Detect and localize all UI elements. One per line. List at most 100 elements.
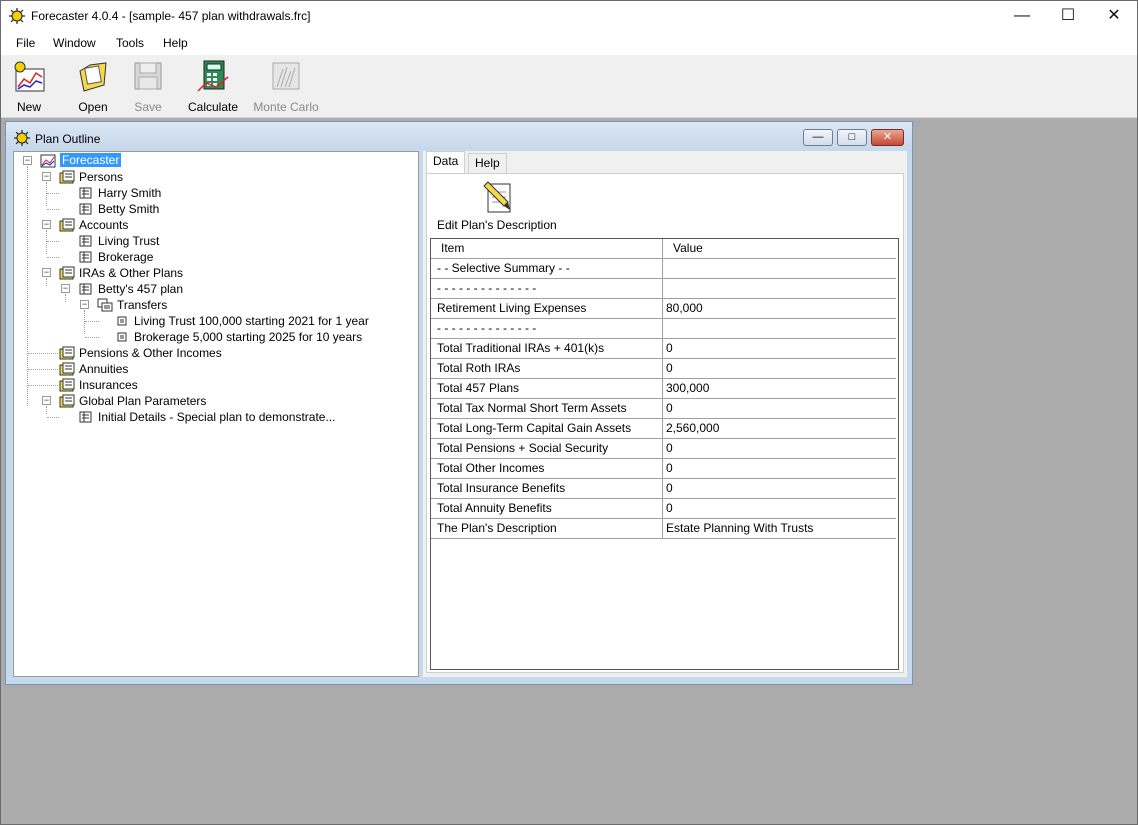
record-icon: [79, 203, 92, 215]
new-button[interactable]: New: [9, 59, 49, 114]
table-row[interactable]: Total Annuity Benefits 0: [431, 499, 896, 519]
cell-item: Total Annuity Benefits: [431, 499, 663, 519]
tree-node-harry-smith[interactable]: Harry Smith: [47, 185, 180, 201]
tree-node-betty-smith[interactable]: Betty Smith: [47, 201, 180, 217]
tree-connector: [46, 230, 47, 254]
cell-value: 0: [666, 481, 673, 495]
tree-label: Forecaster: [60, 153, 122, 167]
record-icon: [79, 251, 92, 263]
tree-node-insurances[interactable]: Insurances: [28, 377, 201, 393]
tree-label: Annuities: [79, 362, 129, 376]
collapse-icon[interactable]: −: [42, 268, 51, 277]
tree-node-pensions[interactable]: Pensions & Other Incomes: [28, 345, 241, 361]
menu-file[interactable]: File: [16, 36, 35, 50]
child-restore-button[interactable]: □: [837, 129, 867, 146]
tree-connector: [27, 166, 28, 406]
tree-label: Initial Details - Special plan to demons…: [98, 410, 336, 424]
table-row[interactable]: - - - - - - - - - - - - - -: [431, 319, 896, 339]
toolbar: New Open Save Calculate Monte Carlo: [1, 55, 1137, 118]
collapse-icon[interactable]: −: [61, 284, 70, 293]
collapse-icon[interactable]: −: [42, 172, 51, 181]
tree-node-brokerage[interactable]: Brokerage: [47, 249, 180, 265]
cell-item: The Plan's Description: [431, 519, 663, 539]
table-row[interactable]: Total 457 Plans 300,000: [431, 379, 896, 399]
tree-node-initial-details[interactable]: Initial Details - Special plan to demons…: [47, 409, 360, 425]
tree-node-annuities[interactable]: Annuities: [28, 361, 201, 377]
tree-node-persons[interactable]: − Persons: [41, 169, 161, 185]
table-row[interactable]: Total Other Incomes 0: [431, 459, 896, 479]
collapse-icon[interactable]: −: [42, 396, 51, 405]
column-header-value[interactable]: Value: [663, 239, 895, 259]
monte-carlo-icon: [272, 62, 300, 90]
tree-node-living-trust[interactable]: Living Trust: [47, 233, 180, 249]
menu-help[interactable]: Help: [163, 36, 188, 50]
sun-icon: [14, 130, 30, 146]
table-row[interactable]: Total Insurance Benefits 0: [431, 479, 896, 499]
tree-node-bettys-457-plan[interactable]: − Betty's 457 plan: [60, 281, 220, 297]
table-row[interactable]: Total Long-Term Capital Gain Assets 2,560…: [431, 419, 896, 439]
child-title: Plan Outline: [35, 132, 101, 146]
child-close-button[interactable]: ✕: [871, 129, 904, 146]
minimize-button[interactable]: —: [999, 1, 1045, 31]
plan-outline-window: Plan Outline — □ ✕ − Forecaster − Person…: [5, 121, 913, 685]
cell-item: Total Traditional IRAs + 401(k)s: [431, 339, 663, 359]
cell-item: Total Pensions + Social Security: [431, 439, 663, 459]
tree-node-transfer-living-trust[interactable]: Living Trust 100,000 starting 2021 for 1…: [85, 313, 398, 329]
table-row[interactable]: Total Tax Normal Short Term Assets 0: [431, 399, 896, 419]
menu-tools[interactable]: Tools: [116, 36, 144, 50]
table-row[interactable]: The Plan's Description Estate Planning Wi…: [431, 519, 896, 539]
data-tab-body: Edit Plan's Description Item Value - - S…: [426, 173, 904, 673]
transfers-icon: [97, 298, 113, 312]
tree-node-global-plan-parameters[interactable]: − Global Plan Parameters: [41, 393, 241, 409]
tree-connector: [47, 257, 59, 258]
calculate-button[interactable]: Calculate: [185, 59, 241, 114]
tree-node-transfer-brokerage[interactable]: Brokerage 5,000 starting 2025 for 10 yea…: [85, 329, 398, 345]
tree-node-transfers[interactable]: − Transfers: [79, 297, 239, 313]
table-row[interactable]: Total Traditional IRAs + 401(k)s 0: [431, 339, 896, 359]
table-row[interactable]: Total Roth IRAs 0: [431, 359, 896, 379]
record-icon: [79, 235, 92, 247]
monte-carlo-button[interactable]: Monte Carlo: [250, 59, 322, 114]
cell-item: - - Selective Summary - -: [431, 259, 663, 279]
cell-value: 300,000: [666, 381, 710, 395]
cell-value: 0: [666, 461, 673, 475]
save-button[interactable]: Save: [128, 59, 168, 114]
tree-node-forecaster[interactable]: − Forecaster: [22, 153, 142, 169]
folder-list-icon: [59, 362, 75, 376]
tree-label: Living Trust 100,000 starting 2021 for 1…: [134, 314, 369, 328]
tree-connector: [84, 310, 85, 334]
collapse-icon[interactable]: −: [23, 156, 32, 165]
cell-item: Total 457 Plans: [431, 379, 663, 399]
cell-item: Total Insurance Benefits: [431, 479, 663, 499]
close-button[interactable]: ✕: [1091, 1, 1137, 31]
tree-connector: [47, 209, 59, 210]
table-row[interactable]: Total Pensions + Social Security 0: [431, 439, 896, 459]
table-row[interactable]: Retirement Living Expenses 80,000: [431, 299, 896, 319]
sun-app-icon: [9, 8, 25, 24]
tab-help[interactable]: Help: [468, 153, 507, 173]
tree-connector: [47, 241, 59, 242]
table-row[interactable]: - - - - - - - - - - - - - -: [431, 279, 896, 299]
tree-node-accounts[interactable]: − Accounts: [41, 217, 161, 233]
record-icon: [79, 411, 92, 423]
tree-connector: [46, 182, 47, 206]
child-minimize-button[interactable]: —: [803, 129, 833, 146]
maximize-button[interactable]: ☐: [1045, 1, 1091, 31]
menu-window[interactable]: Window: [53, 36, 96, 50]
collapse-icon[interactable]: −: [80, 300, 89, 309]
edit-description-button[interactable]: Edit Plan's Description: [437, 180, 557, 232]
monte-carlo-label: Monte Carlo: [253, 100, 319, 114]
plan-chart-icon: [40, 154, 56, 168]
tree-label: Persons: [79, 170, 124, 184]
cell-value: 0: [666, 401, 673, 415]
column-header-item[interactable]: Item: [431, 239, 663, 259]
tree-node-iras[interactable]: − IRAs & Other Plans: [41, 265, 201, 281]
tree-connector: [85, 321, 99, 322]
table-row[interactable]: - - Selective Summary - -: [431, 259, 896, 279]
open-button[interactable]: Open: [73, 59, 113, 114]
tab-data[interactable]: Data: [426, 151, 466, 173]
collapse-icon[interactable]: −: [42, 220, 51, 229]
tree-label: Global Plan Parameters: [79, 394, 207, 408]
plan-tree: − Forecaster − Persons Harry Smith Betty…: [13, 151, 419, 677]
tree-label: IRAs & Other Plans: [79, 266, 184, 280]
